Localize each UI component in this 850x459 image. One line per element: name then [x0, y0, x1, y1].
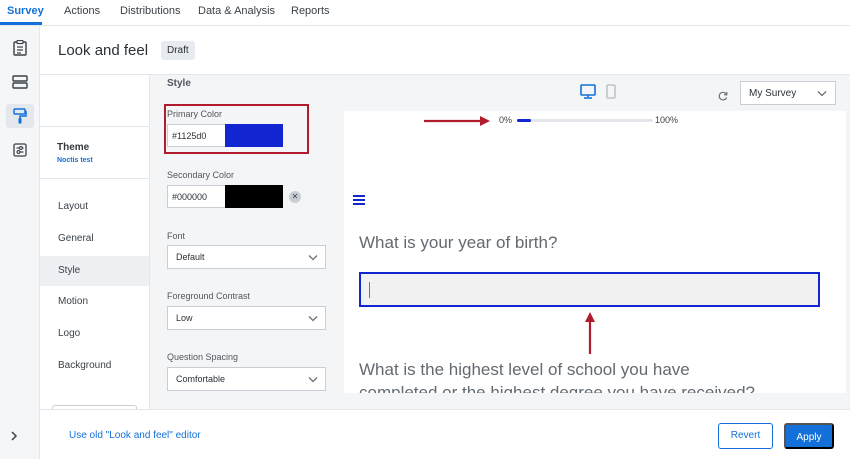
menu-item-motion[interactable]: Motion	[40, 287, 149, 317]
mobile-icon	[606, 84, 616, 99]
editor-footer: Use old "Look and feel" editor Revert Ap…	[40, 409, 850, 459]
page-header: Look and feel Draft	[40, 26, 850, 75]
clear-secondary-color-button[interactable]: ✕	[289, 191, 301, 203]
theme-label: Theme	[57, 142, 90, 153]
sliders-icon	[13, 143, 27, 157]
font-value: Default	[176, 252, 205, 262]
annotation-arrow-right	[424, 116, 490, 126]
refresh-icon	[718, 91, 728, 101]
left-rail	[0, 26, 40, 459]
look-feel-menu: Theme Noctis test Layout General Style M…	[40, 75, 150, 415]
status-badge: Draft	[161, 41, 195, 60]
secondary-color-value: #000000	[172, 192, 208, 202]
question-line: completed or the highest degree you have…	[359, 383, 755, 393]
chevron-down-icon	[308, 255, 318, 261]
question-spacing-select[interactable]: Comfortable	[167, 367, 326, 391]
progress-bar	[517, 119, 653, 122]
answer-input[interactable]	[359, 272, 820, 307]
progress-end-label: 100%	[655, 115, 679, 125]
theme-selector[interactable]: Theme Noctis test	[40, 126, 150, 179]
desktop-preview-button[interactable]	[580, 84, 596, 104]
desktop-icon	[580, 84, 596, 99]
question-text: What is the highest level of school you …	[359, 358, 755, 393]
rail-look-and-feel-button[interactable]	[6, 104, 34, 128]
question-spacing-value: Comfortable	[176, 374, 226, 384]
tab-distributions[interactable]: Distributions	[120, 5, 181, 17]
annotation-arrow-up	[585, 312, 595, 354]
font-label: Font	[167, 231, 186, 241]
secondary-color-swatch[interactable]	[225, 185, 283, 208]
rail-layout-button[interactable]	[6, 70, 34, 94]
menu-item-layout[interactable]: Layout	[40, 192, 149, 222]
refresh-preview-button[interactable]	[718, 88, 728, 106]
rail-survey-button[interactable]	[6, 36, 34, 60]
menu-item-style[interactable]: Style	[40, 256, 149, 286]
survey-menu-button[interactable]	[352, 193, 366, 211]
mobile-preview-button[interactable]	[606, 84, 616, 104]
survey-clipboard-icon	[13, 40, 27, 56]
question-spacing-label: Question Spacing	[167, 352, 239, 362]
page-title: Look and feel	[58, 42, 149, 59]
menu-item-general[interactable]: General	[40, 224, 149, 254]
top-nav: Survey Actions Distributions Data & Anal…	[0, 0, 850, 26]
chevron-right-icon	[11, 431, 18, 441]
menu-item-background[interactable]: Background	[40, 351, 149, 381]
style-heading: Style	[167, 78, 191, 89]
layout-list-icon	[12, 75, 28, 89]
tab-data-analysis[interactable]: Data & Analysis	[198, 5, 275, 17]
chevron-down-icon	[817, 91, 827, 97]
active-tab-indicator	[0, 22, 42, 25]
question-line: What is the highest level of school you …	[359, 360, 690, 379]
foreground-contrast-label: Foreground Contrast	[167, 291, 251, 301]
rail-settings-button[interactable]	[6, 138, 34, 162]
menu-item-logo[interactable]: Logo	[40, 319, 149, 349]
chevron-down-icon	[308, 377, 318, 383]
primary-color-highlight	[164, 104, 309, 154]
tab-survey[interactable]: Survey	[7, 5, 44, 17]
revert-button[interactable]: Revert	[718, 423, 773, 449]
progress-bar-fill	[517, 119, 531, 122]
theme-name: Noctis test	[57, 157, 93, 164]
expand-rail-button[interactable]	[10, 429, 18, 447]
foreground-contrast-value: Low	[176, 313, 193, 323]
preview-survey-value: My Survey	[749, 88, 797, 99]
tab-actions[interactable]: Actions	[64, 5, 100, 17]
foreground-contrast-select[interactable]: Low	[167, 306, 326, 330]
question-text: What is your year of birth?	[359, 233, 558, 252]
progress-start-label: 0%	[499, 115, 513, 125]
chevron-down-icon	[308, 316, 318, 322]
tab-reports[interactable]: Reports	[291, 5, 330, 17]
preview-survey-select[interactable]: My Survey	[740, 81, 836, 105]
hamburger-menu-icon	[353, 195, 365, 205]
apply-button[interactable]: Apply	[784, 423, 834, 449]
secondary-color-label: Secondary Color	[167, 170, 235, 180]
font-select[interactable]: Default	[167, 245, 326, 269]
old-editor-link[interactable]: Use old "Look and feel" editor	[69, 430, 201, 441]
text-caret	[369, 282, 370, 298]
secondary-color-field[interactable]: #000000	[167, 185, 283, 208]
paint-roller-icon	[13, 108, 27, 124]
